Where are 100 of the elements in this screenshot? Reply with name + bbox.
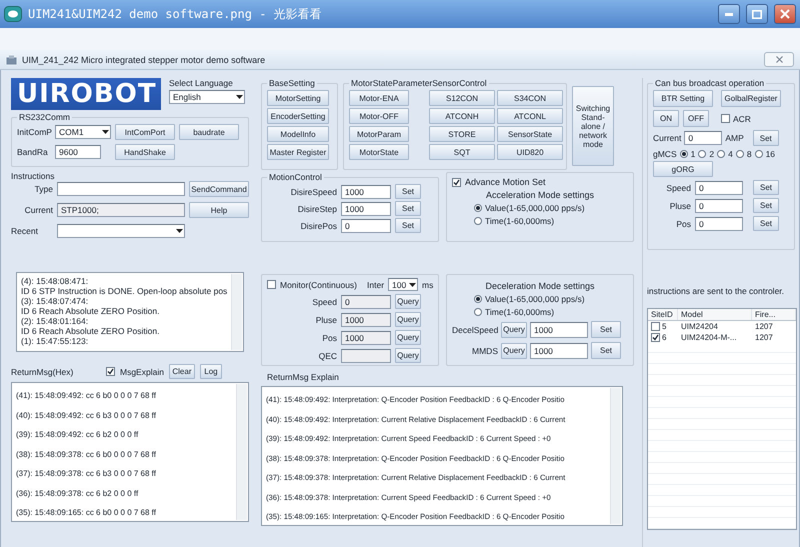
button[interactable]: S34CON (497, 90, 563, 106)
close-button[interactable] (764, 52, 794, 67)
checkbox[interactable] (452, 178, 461, 186)
radio-button[interactable] (736, 150, 744, 158)
button[interactable]: SendCommand (189, 181, 249, 197)
button[interactable]: BTR Setting (653, 90, 713, 107)
button[interactable]: Set (591, 321, 621, 338)
input-field[interactable]: 0 (341, 218, 391, 232)
button[interactable]: Set (395, 201, 421, 216)
button[interactable]: Set (753, 198, 779, 213)
radio-button[interactable] (474, 217, 482, 225)
radio-button[interactable] (698, 150, 706, 158)
button[interactable]: GolbalRegister (721, 90, 781, 107)
minimize-button[interactable] (718, 4, 740, 24)
input-field[interactable]: 9600 (55, 145, 101, 159)
mode-switch-button[interactable]: Switching Stand-alone / network mode (572, 86, 614, 166)
input-field[interactable]: 0 (695, 198, 743, 212)
button[interactable]: Query (395, 348, 421, 363)
radio-button[interactable] (754, 150, 763, 158)
button[interactable]: S12CON (429, 90, 495, 106)
checkbox[interactable] (721, 114, 730, 123)
button[interactable]: Query (395, 312, 421, 327)
input-field[interactable]: 0 (695, 180, 743, 194)
button[interactable]: Set (753, 180, 779, 195)
input-field[interactable] (57, 182, 185, 196)
checkbox[interactable] (651, 322, 660, 331)
button[interactable]: Clear (168, 364, 195, 379)
input-field[interactable]: 0 (341, 294, 391, 308)
button[interactable]: SensorState (497, 126, 563, 142)
button[interactable]: Query (395, 330, 421, 345)
message-line: (38): 15:48:09:378: cc 6 b0 0 0 0 7 68 ff (16, 448, 157, 461)
button[interactable]: MotorSetting (267, 90, 329, 106)
checkbox[interactable] (106, 367, 115, 376)
button[interactable]: SQT (429, 144, 495, 160)
table-cell: 5 (662, 322, 666, 331)
button[interactable]: Query (501, 342, 527, 358)
message-line: (36): 15:48:09:378: cc 6 b2 0 0 0 ff (16, 488, 140, 500)
input-field[interactable]: 1000 (341, 330, 391, 344)
button[interactable]: EncoderSetting (267, 108, 329, 124)
button[interactable]: ATCONL (497, 108, 563, 124)
scrollbar[interactable] (231, 274, 242, 350)
recent-dropdown[interactable] (57, 224, 185, 238)
input-field[interactable] (341, 348, 391, 362)
button[interactable]: OFF (683, 110, 709, 127)
input-field[interactable]: STP1000; (57, 203, 185, 217)
button[interactable]: gORG (653, 161, 713, 177)
input-field[interactable]: 1000 (341, 202, 391, 216)
button[interactable]: STORE (429, 126, 495, 142)
field-label: AMP (725, 133, 744, 143)
radio-button[interactable] (680, 150, 688, 158)
language-dropdown[interactable]: English (169, 90, 245, 104)
checkbox[interactable] (651, 333, 660, 342)
group-label: MotionControl (268, 172, 323, 182)
button[interactable]: Set (752, 130, 779, 146)
button[interactable]: Master Register (267, 144, 329, 160)
input-field[interactable]: 1000 (530, 322, 588, 338)
column-header[interactable]: Model (678, 309, 752, 320)
radio-button[interactable] (717, 150, 726, 158)
scrollbar[interactable] (236, 384, 247, 520)
button[interactable]: IntComPort (115, 124, 175, 140)
checkbox[interactable] (267, 280, 276, 289)
field-label: ms (422, 280, 434, 290)
radio-button[interactable] (474, 204, 482, 212)
button[interactable]: Help (189, 202, 249, 218)
interval-dropdown[interactable]: 100 (388, 278, 418, 291)
column-header[interactable]: SiteID (648, 309, 678, 320)
maximize-button[interactable] (746, 4, 768, 24)
button[interactable]: HandShake (115, 144, 175, 160)
button[interactable]: Query (501, 322, 527, 338)
button[interactable]: Log (200, 364, 222, 379)
close-button[interactable] (774, 4, 796, 24)
button[interactable]: ModelInfo (267, 126, 329, 142)
input-field[interactable]: 0 (684, 131, 722, 145)
button[interactable]: ON (653, 110, 679, 127)
button[interactable]: Query (395, 294, 421, 309)
input-field[interactable]: 1000 (341, 312, 391, 326)
button[interactable]: Set (753, 216, 779, 231)
logo: UIROBOT (11, 78, 161, 110)
button[interactable]: Set (395, 184, 421, 199)
button[interactable]: Motor-OFF (349, 108, 409, 124)
button[interactable]: MotorState (349, 144, 409, 160)
button[interactable]: Motor-ENA (349, 90, 409, 106)
log-line: (1): 15:47:55:123: (21, 336, 90, 346)
port-dropdown[interactable]: COM1 (55, 125, 111, 139)
input-field[interactable]: 0 (695, 216, 743, 230)
input-field[interactable]: 1000 (341, 184, 391, 198)
input-field[interactable]: 1000 (530, 342, 588, 358)
button[interactable]: Set (395, 218, 421, 233)
button[interactable]: Set (591, 342, 621, 359)
radio-button[interactable] (474, 295, 482, 303)
radio-button[interactable] (474, 308, 482, 316)
button[interactable]: baudrate (179, 124, 239, 140)
button[interactable]: MotorParam (349, 126, 409, 142)
column-header[interactable]: Fire... (752, 309, 796, 320)
button[interactable]: UID820 (497, 144, 563, 160)
button[interactable]: ATCONH (429, 108, 495, 124)
field-label: Select Language (169, 78, 233, 88)
field-label: 2 (709, 149, 714, 159)
scrollbar[interactable] (610, 388, 621, 524)
app-icon (4, 6, 22, 22)
